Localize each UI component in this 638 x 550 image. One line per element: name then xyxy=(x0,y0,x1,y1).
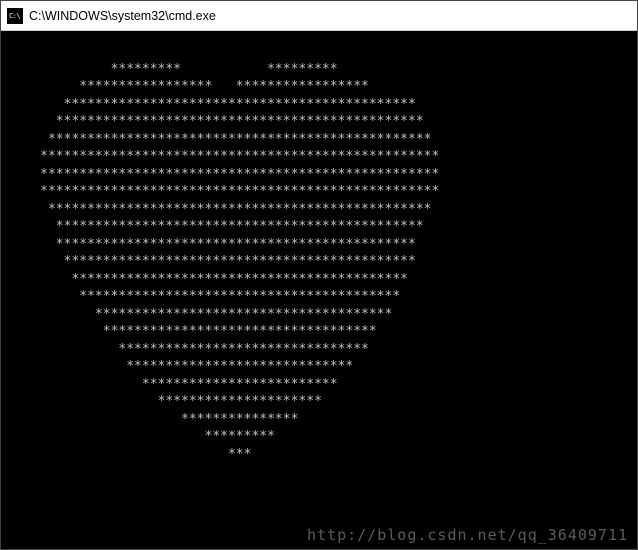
cmd-icon: C:\ xyxy=(7,8,23,24)
terminal-output[interactable]: ********* ********* ***************** **… xyxy=(1,31,637,549)
window-title: C:\WINDOWS\system32\cmd.exe xyxy=(29,9,216,23)
titlebar[interactable]: C:\ C:\WINDOWS\system32\cmd.exe xyxy=(1,1,637,31)
cmd-window: C:\ C:\WINDOWS\system32\cmd.exe ********… xyxy=(0,0,638,550)
